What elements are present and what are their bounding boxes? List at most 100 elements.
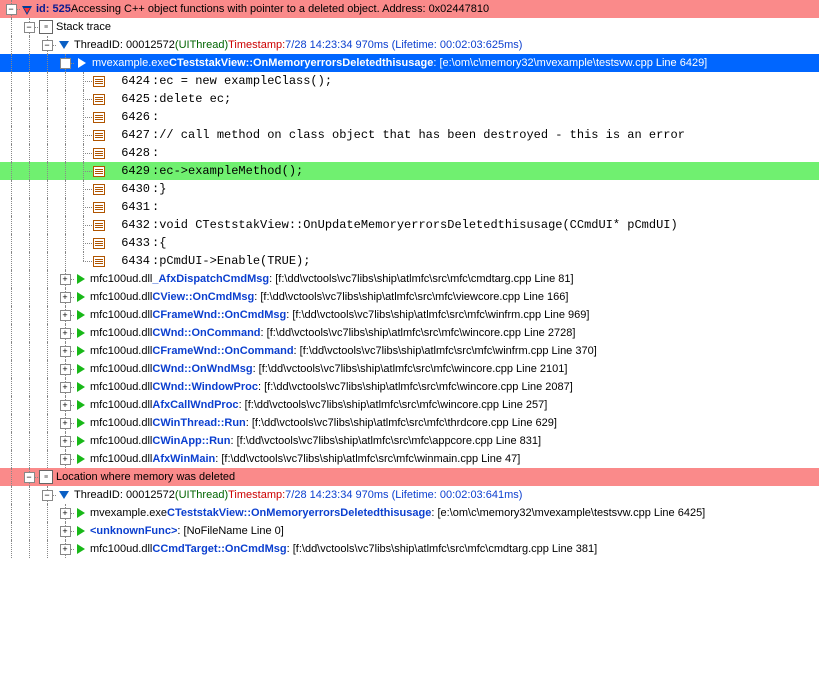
frame-play-icon (77, 382, 85, 392)
tree-row[interactable]: +mfc100ud.dll CWinApp::Run : [f:\dd\vcto… (0, 432, 819, 450)
frame-location: : [e:\om\c\memory32\mvexample\testsvw.cp… (431, 507, 705, 519)
frame-play-icon (77, 292, 85, 302)
tree-row[interactable]: 6432 : void CTeststakView::OnUpdateMemor… (0, 216, 819, 234)
timestamp-value: 7/28 14:23:34 970ms (Lifetime: 00:02:03:… (285, 39, 522, 51)
tree-row[interactable]: 6425 : delete ec; (0, 90, 819, 108)
code-line-icon (93, 256, 105, 267)
tree-row[interactable]: + mvexample.exe CTeststakView::OnMemoryer… (0, 504, 819, 522)
tree-row[interactable]: +mfc100ud.dll CView::OnCmdMsg : [f:\dd\v… (0, 288, 819, 306)
tree-row[interactable]: 6434 : pCmdUI->Enable(TRUE); (0, 252, 819, 270)
stack-icon (39, 20, 53, 34)
code-text: delete ec; (159, 92, 231, 106)
tree-row[interactable]: +mfc100ud.dll _AfxDispatchCmdMsg : [f:\d… (0, 270, 819, 288)
tree-row[interactable]: +mfc100ud.dll CFrameWnd::OnCommand : [f:… (0, 342, 819, 360)
tree-row[interactable]: −ThreadID: 00012572 (UIThread) Timestamp… (0, 36, 819, 54)
frame-play-icon (77, 346, 85, 356)
frame-function: CWnd::OnWndMsg (152, 363, 252, 375)
timestamp-value: 7/28 14:23:34 970ms (Lifetime: 00:02:03:… (285, 489, 522, 501)
tree-expander[interactable]: − (24, 472, 35, 483)
tree-expander[interactable]: + (60, 436, 71, 447)
code-text: ec->exampleMethod(); (159, 164, 303, 178)
frame-module: mfc100ud.dll (90, 399, 152, 411)
tree-expander[interactable]: + (60, 382, 71, 393)
frame-play-icon (77, 400, 85, 410)
tree-row[interactable]: + <unknownFunc> : [NoFileName Line 0] (0, 522, 819, 540)
tree-row[interactable]: +mfc100ud.dll CFrameWnd::OnCmdMsg : [f:\… (0, 306, 819, 324)
code-text: pCmdUI->Enable(TRUE); (159, 254, 310, 268)
frame-module: mfc100ud.dll (90, 381, 152, 393)
frame-location: : [f:\dd\vctools\vc7libs\ship\atlmfc\src… (254, 291, 568, 303)
tree-expander[interactable]: − (6, 4, 17, 15)
stack-trace-label: Stack trace (56, 21, 111, 33)
tree-row[interactable]: 6426 : (0, 108, 819, 126)
frame-module: mfc100ud.dll (90, 309, 152, 321)
tree-expander[interactable]: + (60, 526, 71, 537)
code-text: { (159, 236, 166, 250)
tree-row[interactable]: +mfc100ud.dll CWnd::WindowProc : [f:\dd\… (0, 378, 819, 396)
tree-row[interactable]: 6433 : { (0, 234, 819, 252)
tree-row[interactable]: 6429 : ec->exampleMethod(); (0, 162, 819, 180)
tree-row[interactable]: +mfc100ud.dll AfxCallWndProc : [f:\dd\vc… (0, 396, 819, 414)
code-line-icon (93, 130, 105, 141)
tree-expander[interactable]: − (42, 490, 53, 501)
tree-row[interactable]: − Stack trace (0, 18, 819, 36)
frame-function: <unknownFunc> (90, 525, 177, 537)
frame-function: _AfxDispatchCmdMsg (152, 273, 269, 285)
frame-play-icon (77, 310, 85, 320)
tree-expander[interactable]: + (60, 508, 71, 519)
frame-location: : [f:\dd\vctools\vc7libs\ship\atlmfc\src… (269, 273, 573, 285)
frame-location: : [f:\dd\vctools\vc7libs\ship\atlmfc\src… (215, 453, 520, 465)
tree-row[interactable]: +mfc100ud.dll CWnd::OnWndMsg : [f:\dd\vc… (0, 360, 819, 378)
tree-row[interactable]: 6424 : ec = new exampleClass(); (0, 72, 819, 90)
tree-expander[interactable]: + (60, 544, 71, 555)
tree-row[interactable]: +mfc100ud.dll CWinThread::Run : [f:\dd\v… (0, 414, 819, 432)
frame-location: : [f:\dd\vctools\vc7libs\ship\atlmfc\src… (253, 363, 568, 375)
tree-expander[interactable]: + (60, 400, 71, 411)
tree-row[interactable]: −mvexample.exe CTeststakView::OnMemoryer… (0, 54, 819, 72)
tree-row[interactable]: 6427 : // call method on class object th… (0, 126, 819, 144)
tree-expander[interactable]: + (60, 274, 71, 285)
tree-row[interactable]: 6428 : (0, 144, 819, 162)
tree-expander[interactable]: + (60, 418, 71, 429)
frame-location: : [f:\dd\vctools\vc7libs\ship\atlmfc\src… (261, 327, 576, 339)
frame-location: : [NoFileName Line 0] (177, 525, 283, 537)
tree-expander[interactable]: + (60, 310, 71, 321)
frame-module: mfc100ud.dll (90, 453, 152, 465)
tree-row[interactable]: +mfc100ud.dll AfxWinMain : [f:\dd\vctool… (0, 450, 819, 468)
tree-row[interactable]: 6431 : (0, 198, 819, 216)
tree-row[interactable]: + mfc100ud.dll CWnd::OnCommand : [f:\dd\v… (0, 324, 819, 342)
tree-expander[interactable]: + (60, 292, 71, 303)
code-text: // call method on class object that has … (159, 128, 685, 142)
thread-type: (UIThread) (175, 39, 228, 51)
tree-row[interactable]: −id: 525 Accessing C++ object functions … (0, 0, 819, 18)
frame-function: CCmdTarget::OnCmdMsg (152, 543, 286, 555)
code-line-icon (93, 184, 105, 195)
tree-row[interactable]: −Location where memory was deleted (0, 468, 819, 486)
line-number: 6433 (108, 236, 152, 250)
frame-location: : [f:\dd\vctools\vc7libs\ship\atlmfc\src… (258, 381, 573, 393)
frame-function: CTeststakView::OnMemoryerrorsDeletedthis… (167, 507, 431, 519)
frame-location: : [e:\om\c\memory32\mvexample\testsvw.cp… (433, 57, 707, 69)
frame-function: CWnd::OnCommand (152, 327, 260, 339)
frame-module: mfc100ud.dll (90, 327, 152, 339)
tree-expander[interactable]: − (60, 58, 71, 69)
thread-icon (57, 488, 71, 502)
line-number: 6425 (108, 92, 152, 106)
tree-row[interactable]: +mfc100ud.dll CCmdTarget::OnCmdMsg : [f:… (0, 540, 819, 558)
tree-expander[interactable]: + (60, 346, 71, 357)
frame-play-icon (77, 364, 85, 374)
frame-location: : [f:\dd\vctools\vc7libs\ship\atlmfc\src… (286, 309, 589, 321)
frame-module: mfc100ud.dll (90, 345, 152, 357)
tree-row[interactable]: 6430 : } (0, 180, 819, 198)
frame-module: mfc100ud.dll (90, 291, 152, 303)
tree-expander[interactable]: + (60, 328, 71, 339)
code-line-icon (93, 202, 105, 213)
tree-expander[interactable]: − (24, 22, 35, 33)
frame-module: mvexample.exe (90, 507, 167, 519)
timestamp-label: Timestamp: (228, 489, 285, 501)
tree-expander[interactable]: + (60, 454, 71, 465)
tree-expander[interactable]: + (60, 364, 71, 375)
tree-row[interactable]: −ThreadID: 00012572 (UIThread) Timestamp… (0, 486, 819, 504)
tree-expander[interactable]: − (42, 40, 53, 51)
thread-id: ThreadID: 00012572 (74, 39, 175, 51)
